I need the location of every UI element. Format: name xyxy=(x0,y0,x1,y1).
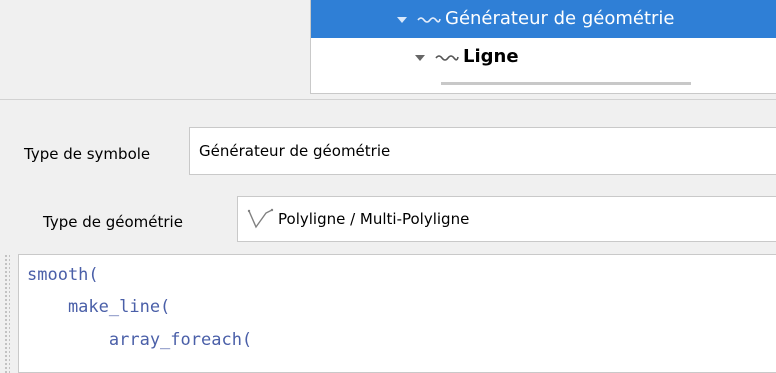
symbol-layer-tree[interactable]: Générateur de géométrie Ligne xyxy=(310,0,776,94)
expand-arrow-icon[interactable] xyxy=(397,17,407,23)
line-symbol-icon xyxy=(417,17,441,23)
code-line: array_foreach( xyxy=(27,330,253,350)
tree-item-label: Ligne xyxy=(463,46,519,67)
tree-item-line[interactable]: Ligne xyxy=(311,38,776,76)
code-line: make_line( xyxy=(27,297,171,317)
truncated-tree-row xyxy=(441,82,691,85)
geometry-type-label: Type de géométrie xyxy=(43,213,183,231)
line-symbol-icon xyxy=(435,55,459,61)
symbol-type-value: Générateur de géométrie xyxy=(199,142,391,160)
symbol-type-label: Type de symbole xyxy=(24,145,151,163)
tree-item-geometry-generator[interactable]: Générateur de géométrie xyxy=(311,0,776,38)
symbol-type-combobox[interactable]: Générateur de géométrie xyxy=(189,127,776,175)
tree-item-label: Générateur de géométrie xyxy=(445,8,675,29)
geometry-type-combobox[interactable]: Polyligne / Multi-Polyligne xyxy=(237,196,776,242)
splitter[interactable] xyxy=(0,99,776,100)
code-line: smooth( xyxy=(27,265,99,285)
geometry-type-value: Polyligne / Multi-Polyligne xyxy=(278,210,470,228)
expression-editor[interactable]: smooth( make_line( array_foreach( xyxy=(18,254,776,373)
resize-grip[interactable] xyxy=(4,254,10,373)
expand-arrow-icon[interactable] xyxy=(415,55,425,61)
polyline-icon xyxy=(247,208,274,229)
